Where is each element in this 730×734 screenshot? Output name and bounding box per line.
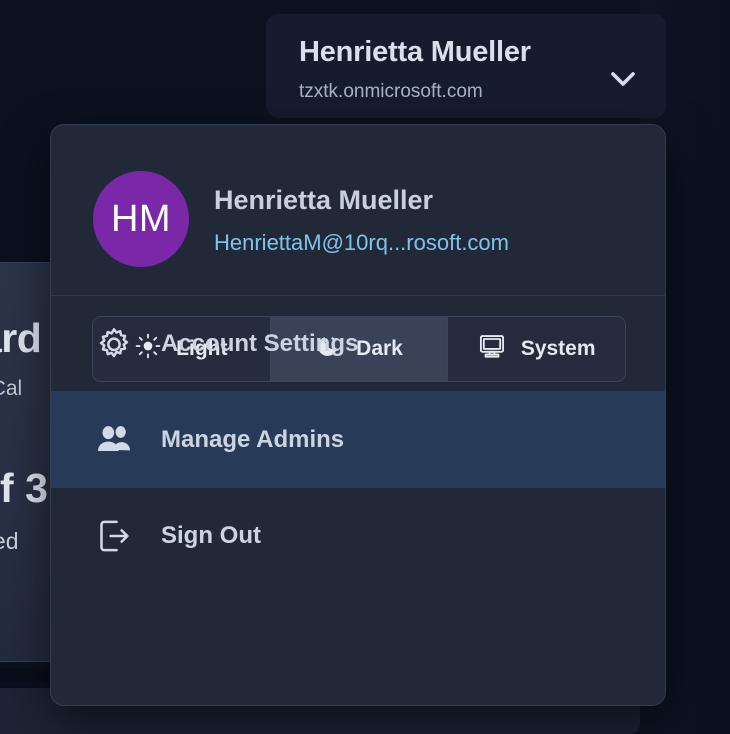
gear-icon	[93, 323, 135, 365]
account-tenant: tzxtk.onmicrosoft.com	[299, 81, 483, 102]
chevron-down-icon[interactable]	[603, 59, 643, 99]
account-name: Henrietta Mueller	[299, 36, 531, 68]
profile-section: HM Henrietta Mueller HenriettaM@10rq...r…	[51, 125, 665, 382]
avatar-initials: HM	[110, 197, 172, 240]
profile-email: HenriettaM@10rq...rosoft.com	[214, 230, 509, 255]
avatar: HM	[93, 171, 189, 267]
profile-name: Henrietta Mueller	[214, 185, 434, 215]
menu-item-account-settings-label: Account Settings	[161, 329, 359, 357]
users-icon	[93, 419, 135, 461]
menu-item-manage-admins-label: Manage Admins	[161, 425, 345, 453]
sign-out-icon	[93, 515, 135, 557]
background-text-fragment-3: of 3	[0, 465, 48, 511]
account-menu-button[interactable]: Henrietta Mueller tzxtk.onmicrosoft.com	[266, 14, 666, 118]
background-text-fragment-4: bled	[0, 528, 19, 554]
background-text-fragment-2: , Cal	[0, 377, 23, 400]
account-dropdown-menu: HM Henrietta Mueller HenriettaM@10rq...r…	[50, 124, 666, 706]
background-text-fragment-1: ard	[0, 315, 42, 361]
menu-item-account-settings[interactable]: Account Settings	[51, 296, 665, 391]
menu-item-sign-out[interactable]: Sign Out	[51, 488, 665, 583]
screen: ard , Cal of 3 bled Henrietta Mueller tz…	[0, 0, 730, 734]
menu-item-manage-admins[interactable]: Manage Admins	[51, 392, 665, 487]
menu-item-sign-out-label: Sign Out	[161, 521, 261, 549]
